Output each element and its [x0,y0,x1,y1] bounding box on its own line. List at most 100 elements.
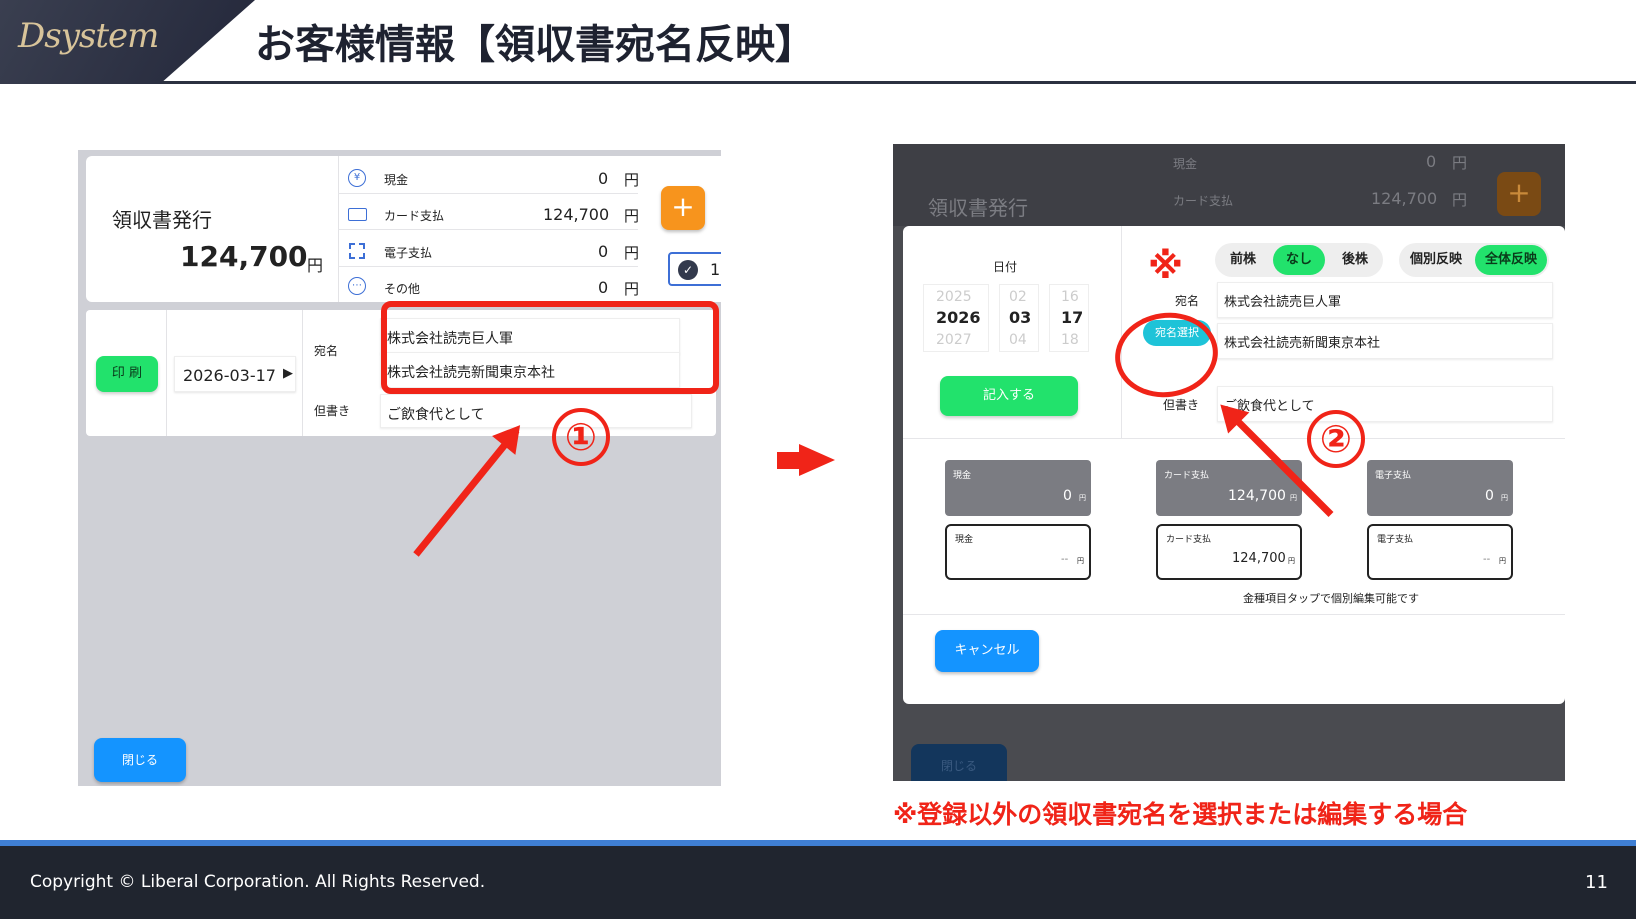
transition-arrow-head [799,444,835,476]
amount-label: 電子支払 [1375,471,1412,481]
copyright-text: Copyright © Liberal Corporation. All Rig… [30,872,486,892]
bg-payment-label: カード支払 [1173,194,1234,208]
amount-tile-cash[interactable]: 現金 0 円 [945,460,1091,516]
note-caption: ※登録以外の領収書宛名を選択または編集する場合 [893,800,1468,829]
year-next: 2027 [936,332,972,346]
receipt-summary-card: 領収書発行 124,700 円 ¥ 現金 0 円 カード支払 124,700 円… [86,156,716,302]
day-picker[interactable]: 16 17 18 [1049,284,1089,352]
divider [903,614,1565,615]
check-label: 1 [710,260,721,279]
transition-arrow [777,452,799,469]
payment-amount: 124,700 [543,205,610,224]
addressee-field-2[interactable]: 株式会社読売新聞東京本社 [1217,323,1553,359]
bg-payment-amount: 0 [1426,152,1437,171]
amount-unit: 円 [1079,494,1086,502]
year-current: 2026 [936,308,981,327]
addressee-field-1[interactable]: 株式会社読売巨人軍 [1217,282,1553,318]
day-current: 17 [1061,308,1084,327]
total-yen: 円 [307,256,324,275]
bg-receipt-title: 領収書発行 [928,196,1028,220]
amount-label: カード支払 [1166,535,1212,545]
note-label: 但書き [314,404,351,418]
amount-label: 現金 [953,471,972,481]
bg-payment-unit: 円 [1452,154,1468,172]
divider [903,438,1565,439]
month-picker[interactable]: 02 03 04 [999,284,1039,352]
logo-text: Dsystem [18,16,159,56]
day-prev: 16 [1061,289,1079,305]
left-screenshot: 領収書発行 124,700 円 ¥ 現金 0 円 カード支払 124,700 円… [78,150,721,786]
amount-input-cash[interactable]: 現金 -- 円 [945,524,1091,580]
year-picker[interactable]: 2025 2026 2027 [923,284,989,352]
payment-label: 現金 [384,173,409,187]
amount-unit: 円 [1501,494,1508,502]
day-next: 18 [1061,332,1079,346]
note-field[interactable]: ご飲食代として [1217,386,1553,422]
amount-input-digital[interactable]: 電子支払 -- 円 [1367,524,1513,580]
divider [302,310,303,436]
amount-value: -- [1483,554,1491,565]
payment-label: その他 [384,282,421,296]
receipt-title: 領収書発行 [112,208,212,232]
amount-value: -- [1061,554,1069,565]
amount-unit: 円 [1077,557,1084,565]
amount-label: 電子支払 [1377,535,1414,545]
amount-value: 124,700 [1228,488,1286,504]
payment-amount: 0 [598,278,609,297]
amount-label: 現金 [955,535,974,545]
toggle-individual[interactable]: 個別反映 [1401,245,1471,275]
bg-add-button: + [1497,172,1541,216]
payment-amount: 0 [598,169,609,188]
check-item[interactable]: ✓ 1 [668,252,721,286]
amount-value: 0 [1063,488,1072,504]
slide: Dsystem お客様情報【領収書宛名反映】 領収書発行 124,700 円 ¥… [0,0,1636,919]
toggle-all[interactable]: 全体反映 [1475,245,1547,275]
toggle-prefix-before[interactable]: 前株 [1217,245,1269,275]
divider [338,229,638,230]
year-prev: 2025 [936,289,972,305]
hint-text: 金種項目タップで個別編集可能です [1243,592,1419,605]
step-2-marker: ② [1307,410,1365,468]
bg-close-button: 閉じる [911,744,1007,781]
amount-label: カード支払 [1164,471,1210,481]
payment-unit: 円 [624,244,640,262]
month-current: 03 [1009,308,1032,327]
amount-value: 0 [1485,488,1494,504]
date-label: 日付 [993,260,1018,274]
toggle-prefix-none[interactable]: なし [1273,245,1325,275]
date-value: 2026-03-17 [183,366,276,385]
payment-unit: 円 [624,207,640,225]
divider [338,266,638,267]
print-button[interactable]: 印 刷 [96,356,158,392]
amount-input-card[interactable]: カード支払 124,700 円 [1156,524,1302,580]
month-next: 04 [1009,332,1027,346]
add-button[interactable]: + [661,186,705,230]
amount-unit: 円 [1499,557,1506,565]
divider [338,193,638,194]
cancel-button[interactable]: キャンセル [935,630,1039,672]
step-1-marker: ① [552,408,610,466]
enter-button[interactable]: 記入する [940,376,1078,416]
page-number: 11 [1585,872,1608,893]
note-field[interactable]: ご飲食代として [380,394,692,428]
amount-tile-digital[interactable]: 電子支払 0 円 [1367,460,1513,516]
highlight-box [381,301,719,394]
yen-icon: ¥ [348,169,366,187]
side-card: + ✓ 1 [649,156,721,302]
payment-label: 電子支払 [384,246,433,260]
card-icon [348,208,367,221]
payment-label: カード支払 [384,209,445,223]
asterisk-mark: ※ [1148,246,1183,287]
date-field[interactable]: 2026-03-17 ▶ [174,356,296,392]
divider [166,310,167,436]
close-button[interactable]: 閉じる [94,738,186,782]
payment-unit: 円 [624,171,640,189]
bg-payment-amount: 124,700 [1371,189,1438,208]
header-bar: Dsystem お客様情報【領収書宛名反映】 [0,0,1636,84]
toggle-prefix-after[interactable]: 後株 [1329,245,1381,275]
divider [1121,226,1122,438]
footer: Copyright © Liberal Corporation. All Rig… [0,840,1636,919]
caret-right-icon: ▶ [283,366,293,381]
right-screenshot: 領収書発行 現金 0 円 カード支払 124,700 円 + 日付 2025 2… [893,144,1565,781]
payment-unit: 円 [624,280,640,298]
